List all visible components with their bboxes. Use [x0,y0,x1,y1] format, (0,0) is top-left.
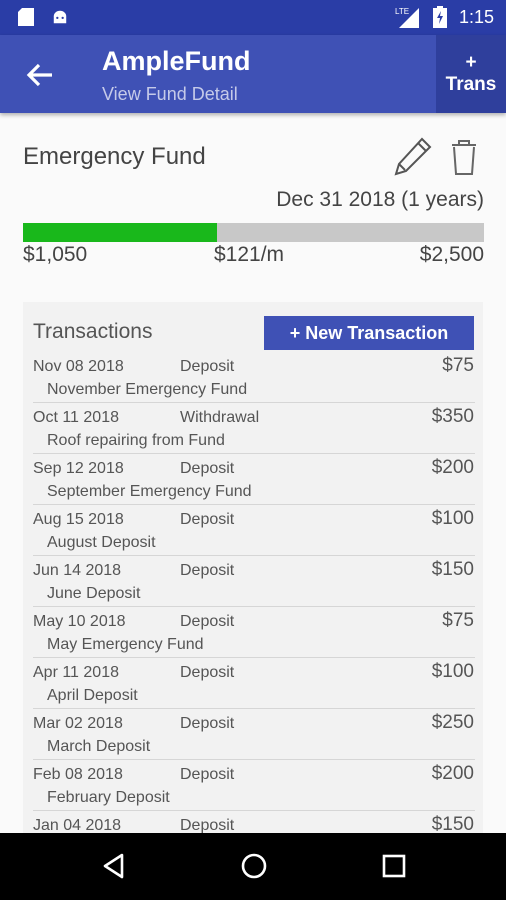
transaction-amount: $100 [431,508,474,529]
new-transaction-button[interactable]: + New Transaction [264,316,474,350]
plus-label: + [465,52,477,73]
trash-icon[interactable] [448,138,480,176]
pencil-icon[interactable] [393,136,433,176]
transaction-row[interactable]: Jun 14 2018 Deposit $150 June Deposit [23,556,483,607]
transaction-type: Withdrawal [180,409,260,426]
transaction-date: Mar 02 2018 [33,715,123,732]
transaction-row[interactable]: Nov 08 2018 Deposit $75 November Emergen… [23,352,483,403]
transaction-row[interactable]: Mar 02 2018 Deposit $250 March Deposit [23,709,483,760]
transaction-date: Feb 08 2018 [33,766,123,783]
transaction-type: Deposit [180,562,235,579]
fund-progress-bar [23,223,484,242]
transaction-description: April Deposit [47,687,138,704]
status-bar: LTE 1:15 [0,0,506,35]
home-circle-icon[interactable] [240,852,268,880]
trans-label: Trans [445,74,497,95]
transaction-amount: $150 [431,559,474,580]
transaction-row[interactable]: Apr 11 2018 Deposit $100 April Deposit [23,658,483,709]
transaction-description: February Deposit [47,789,170,806]
transaction-type: Deposit [180,664,235,681]
transaction-description: March Deposit [47,738,151,755]
transaction-description: November Emergency Fund [47,381,248,398]
back-arrow-icon[interactable] [24,59,56,91]
transaction-date: Aug 15 2018 [33,511,124,528]
transaction-amount: $350 [431,406,474,427]
transaction-type: Deposit [180,766,235,783]
transaction-description: May Emergency Fund [47,636,204,653]
add-transaction-button[interactable]: + Trans [436,35,506,113]
navigation-bar [0,833,506,900]
transaction-amount: $75 [442,610,474,631]
transaction-amount: $200 [431,457,474,478]
transaction-type: Deposit [180,715,235,732]
goal-amount: $2,500 [419,243,484,266]
transaction-row[interactable]: Oct 11 2018 Withdrawal $350 Roof repairi… [23,403,483,454]
transactions-title: Transactions [33,320,153,343]
transaction-description: September Emergency Fund [47,483,252,500]
battery-icon [432,6,447,28]
back-triangle-icon[interactable] [100,852,128,880]
transaction-date: Oct 11 2018 [33,409,119,426]
app-bar: AmpleFund View Fund Detail + Trans [0,35,506,113]
app-title: AmpleFund [102,46,251,76]
transaction-row[interactable]: Sep 12 2018 Deposit $200 September Emerg… [23,454,483,505]
transaction-type: Deposit [180,511,235,528]
fund-name: Emergency Fund [23,143,206,170]
transaction-description: June Deposit [47,585,141,602]
android-icon [53,10,67,24]
transaction-date: May 10 2018 [33,613,126,630]
transaction-type: Deposit [180,613,235,630]
saved-amount: $1,050 [23,243,88,266]
transactions-card: Transactions + New Transaction Nov 08 20… [23,302,483,842]
transaction-description: Roof repairing from Fund [47,432,225,449]
transaction-description: August Deposit [47,534,156,551]
transaction-type: Deposit [180,460,235,477]
transaction-row[interactable]: Aug 15 2018 Deposit $100 August Deposit [23,505,483,556]
transaction-row[interactable]: Feb 08 2018 Deposit $200 February Deposi… [23,760,483,811]
due-date: Dec 31 2018 (1 years) [276,188,484,211]
fund-progress-fill [23,223,217,242]
transaction-date: Sep 12 2018 [33,460,124,477]
transaction-amount: $75 [442,355,474,376]
network-label: LTE [395,7,409,16]
sd-card-icon [18,8,34,26]
transaction-amount: $250 [431,712,474,733]
transaction-amount: $200 [431,763,474,784]
transaction-type: Deposit [180,358,235,375]
transaction-date: Nov 08 2018 [33,358,124,375]
signal-icon: LTE [395,7,419,28]
transaction-date: Apr 11 2018 [33,664,119,681]
recents-square-icon[interactable] [380,852,408,880]
status-time: 1:15 [458,6,494,27]
app-subtitle: View Fund Detail [102,84,238,104]
transaction-row[interactable]: May 10 2018 Deposit $75 May Emergency Fu… [23,607,483,658]
transaction-date: Jun 14 2018 [33,562,122,579]
transaction-amount: $100 [431,661,474,682]
transaction-list: Nov 08 2018 Deposit $75 November Emergen… [23,352,483,842]
monthly-amount: $121/m [214,243,285,266]
